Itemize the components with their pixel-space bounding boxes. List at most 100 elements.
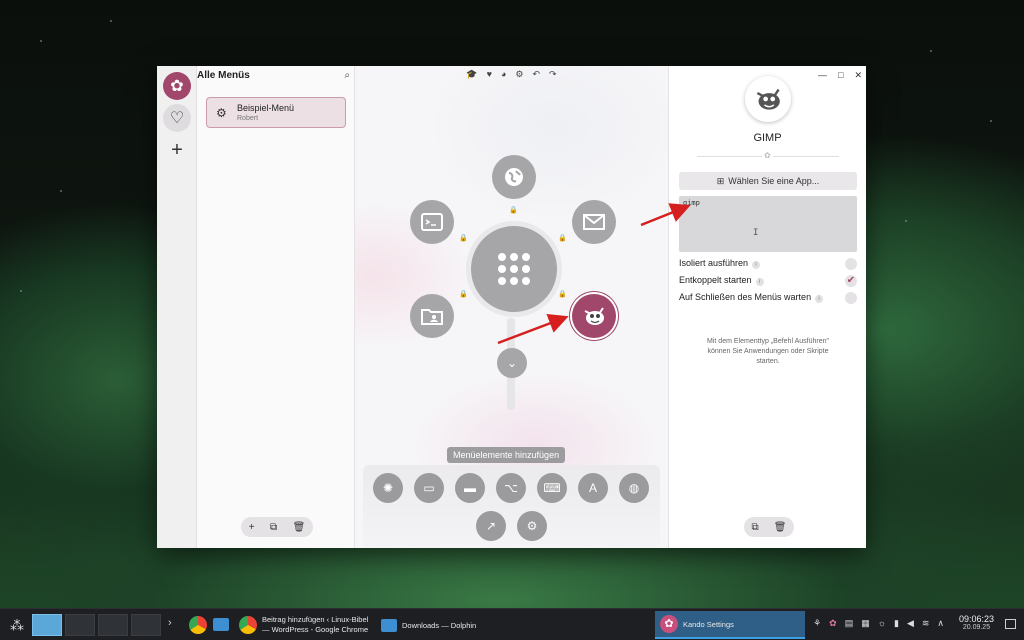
grid-icon bbox=[498, 253, 530, 285]
clock[interactable]: 09:06:23 20.09.25 bbox=[959, 614, 994, 631]
clipboard-icon[interactable]: ▤ bbox=[845, 618, 854, 629]
add-menu-icon[interactable]: + bbox=[163, 136, 191, 164]
duplicate-icon[interactable]: ⧉ bbox=[270, 522, 277, 533]
terminal-item[interactable] bbox=[410, 200, 454, 244]
tutorial-icon[interactable]: 🎓 bbox=[466, 69, 477, 80]
task-kando[interactable]: ✿ Kando Settings bbox=[655, 611, 805, 639]
choose-app-button[interactable]: ⊞ Wählen Sie eine App... bbox=[679, 172, 857, 190]
uri-type-icon[interactable]: ◍ bbox=[619, 473, 649, 503]
lock-icon[interactable]: 🔒 bbox=[558, 234, 567, 242]
desktop-3[interactable] bbox=[98, 614, 128, 636]
minimize-icon[interactable]: — bbox=[818, 70, 827, 81]
show-desktop-icon[interactable] bbox=[1005, 619, 1016, 629]
item-name[interactable]: GIMP bbox=[669, 132, 866, 144]
kando-icon: ✿ bbox=[660, 615, 678, 633]
close-icon[interactable]: ✕ bbox=[854, 70, 862, 81]
duplicate-icon[interactable]: ⧉ bbox=[752, 522, 759, 533]
dolphin-icon bbox=[381, 618, 397, 632]
gimp-logo-icon bbox=[756, 88, 780, 110]
user-folder-icon bbox=[421, 309, 443, 325]
menu-card[interactable]: ⚙ Beispiel-Menü Robert bbox=[206, 97, 346, 128]
menu-card-subtitle: Robert bbox=[237, 115, 259, 122]
menu-card-name: Beispiel-Menü bbox=[237, 103, 295, 113]
option-label: Entkoppelt starten bbox=[679, 275, 752, 285]
canvas-toolbar: 🎓 ♥ ◕ ⚙ ↶ ↷ bbox=[355, 69, 668, 80]
maximize-icon[interactable]: □ bbox=[838, 70, 843, 81]
folder-item[interactable] bbox=[410, 294, 454, 338]
battery-icon[interactable]: ▮ bbox=[894, 618, 899, 629]
gimp-item[interactable] bbox=[572, 294, 616, 338]
gear-icon: ⚙ bbox=[216, 106, 227, 120]
redirect-type-icon[interactable]: ↗ bbox=[476, 511, 506, 541]
undo-icon[interactable]: ↶ bbox=[532, 69, 540, 80]
heart-icon[interactable]: ♥ bbox=[487, 69, 492, 80]
heart-icon[interactable]: ♡ bbox=[163, 104, 191, 132]
display-icon[interactable]: ▦ bbox=[861, 618, 870, 629]
redo-icon[interactable]: ↷ bbox=[549, 69, 557, 80]
command-type-icon[interactable]: ▭ bbox=[414, 473, 444, 503]
desktop-2[interactable] bbox=[65, 614, 95, 636]
add-items-tray: ✺ ▭ ▬ ⌥ ⌨ A ◍ ↗ ⚙ bbox=[363, 465, 660, 548]
trash-icon[interactable]: 🗑 bbox=[774, 522, 787, 533]
desktop-4[interactable] bbox=[131, 614, 161, 636]
lock-icon[interactable]: 🔒 bbox=[459, 234, 468, 242]
detached-checkbox[interactable]: ✔ bbox=[845, 275, 857, 287]
clock-date: 20.09.25 bbox=[962, 624, 991, 631]
hotkey-type-icon[interactable]: ⌥ bbox=[496, 473, 526, 503]
isolated-checkbox[interactable] bbox=[845, 258, 857, 270]
task-chrome[interactable]: Beitrag hinzufügen ‹ Linux-Bibel — WordP… bbox=[234, 611, 374, 639]
info-icon[interactable]: i bbox=[755, 278, 764, 286]
globe-icon bbox=[505, 168, 523, 186]
file-manager-icon[interactable] bbox=[213, 618, 229, 631]
lock-icon[interactable]: 🔒 bbox=[509, 206, 518, 214]
flower-divider-icon: ✿ bbox=[762, 151, 773, 160]
settings-icon[interactable]: ⚙ bbox=[515, 69, 523, 80]
settings-type-icon[interactable]: ⚙ bbox=[517, 511, 547, 541]
lock-icon[interactable]: 🔒 bbox=[459, 290, 468, 298]
taskbar: ⁂ › Beitrag hinzufügen ‹ Linux-Bibel — W… bbox=[0, 608, 1024, 640]
globe-item[interactable] bbox=[492, 155, 536, 199]
mail-icon bbox=[583, 214, 605, 230]
add-items-label: Menüelemente hinzufügen bbox=[447, 447, 566, 463]
brightness-icon[interactable]: ☼ bbox=[878, 618, 886, 629]
info-icon[interactable]: i bbox=[752, 261, 761, 269]
submenu-type-icon[interactable]: ✺ bbox=[373, 473, 403, 503]
task-dolphin[interactable]: Downloads — Dolphin bbox=[376, 611, 501, 639]
task-label: Kando Settings bbox=[683, 619, 734, 629]
terminal-icon bbox=[421, 213, 443, 231]
menu-canvas: 🎓 ♥ ◕ ⚙ ↶ ↷ 🔒 🔒 🔒 🔒 🔒 ⌄ Menüelemente hin… bbox=[355, 66, 668, 548]
palette-icon[interactable]: ◕ bbox=[501, 69, 506, 80]
volume-icon[interactable]: ◀ bbox=[907, 618, 914, 629]
option-label: Auf Schließen des Menüs warten bbox=[679, 292, 812, 302]
flower-icon[interactable]: ✿ bbox=[163, 72, 191, 100]
desktop-1[interactable] bbox=[32, 614, 62, 636]
tray-app-icon[interactable]: ⚘ bbox=[813, 618, 821, 629]
wifi-icon[interactable]: ≋ bbox=[922, 618, 930, 629]
option-detached: Entkoppelt starten i ✔ bbox=[679, 275, 857, 289]
center-item[interactable] bbox=[471, 226, 557, 312]
file-type-icon[interactable]: ▬ bbox=[455, 473, 485, 503]
window-controls: — □ ✕ bbox=[818, 70, 862, 81]
option-label: Isoliert ausführen bbox=[679, 258, 749, 268]
chrome-icon[interactable] bbox=[189, 616, 207, 634]
chevron-right-icon[interactable]: › bbox=[168, 617, 172, 629]
add-icon[interactable]: + bbox=[249, 522, 255, 533]
search-icon[interactable]: ⌕ bbox=[344, 70, 350, 81]
clock-time: 09:06:23 bbox=[958, 614, 994, 624]
tray-expand-icon[interactable]: ∧ bbox=[937, 618, 944, 629]
lock-icon[interactable]: 🔒 bbox=[558, 290, 567, 298]
choose-app-label: Wählen Sie eine App... bbox=[728, 176, 820, 186]
text-type-icon[interactable]: A bbox=[578, 473, 608, 503]
item-icon-button[interactable] bbox=[745, 76, 791, 122]
chevron-down-icon[interactable]: ⌄ bbox=[497, 348, 527, 378]
command-field[interactable]: gimp I bbox=[679, 196, 857, 252]
info-icon[interactable]: i bbox=[815, 295, 824, 303]
launcher-icon[interactable]: ⁂ bbox=[10, 617, 24, 634]
wait-checkbox[interactable] bbox=[845, 292, 857, 304]
kando-tray-icon[interactable]: ✿ bbox=[829, 618, 837, 629]
trash-icon[interactable]: 🗑 bbox=[293, 522, 306, 533]
macro-type-icon[interactable]: ⌨ bbox=[537, 473, 567, 503]
mail-item[interactable] bbox=[572, 200, 616, 244]
option-isolated: Isoliert ausführen i bbox=[679, 258, 857, 272]
apps-grid-icon: ⊞ bbox=[716, 175, 725, 186]
